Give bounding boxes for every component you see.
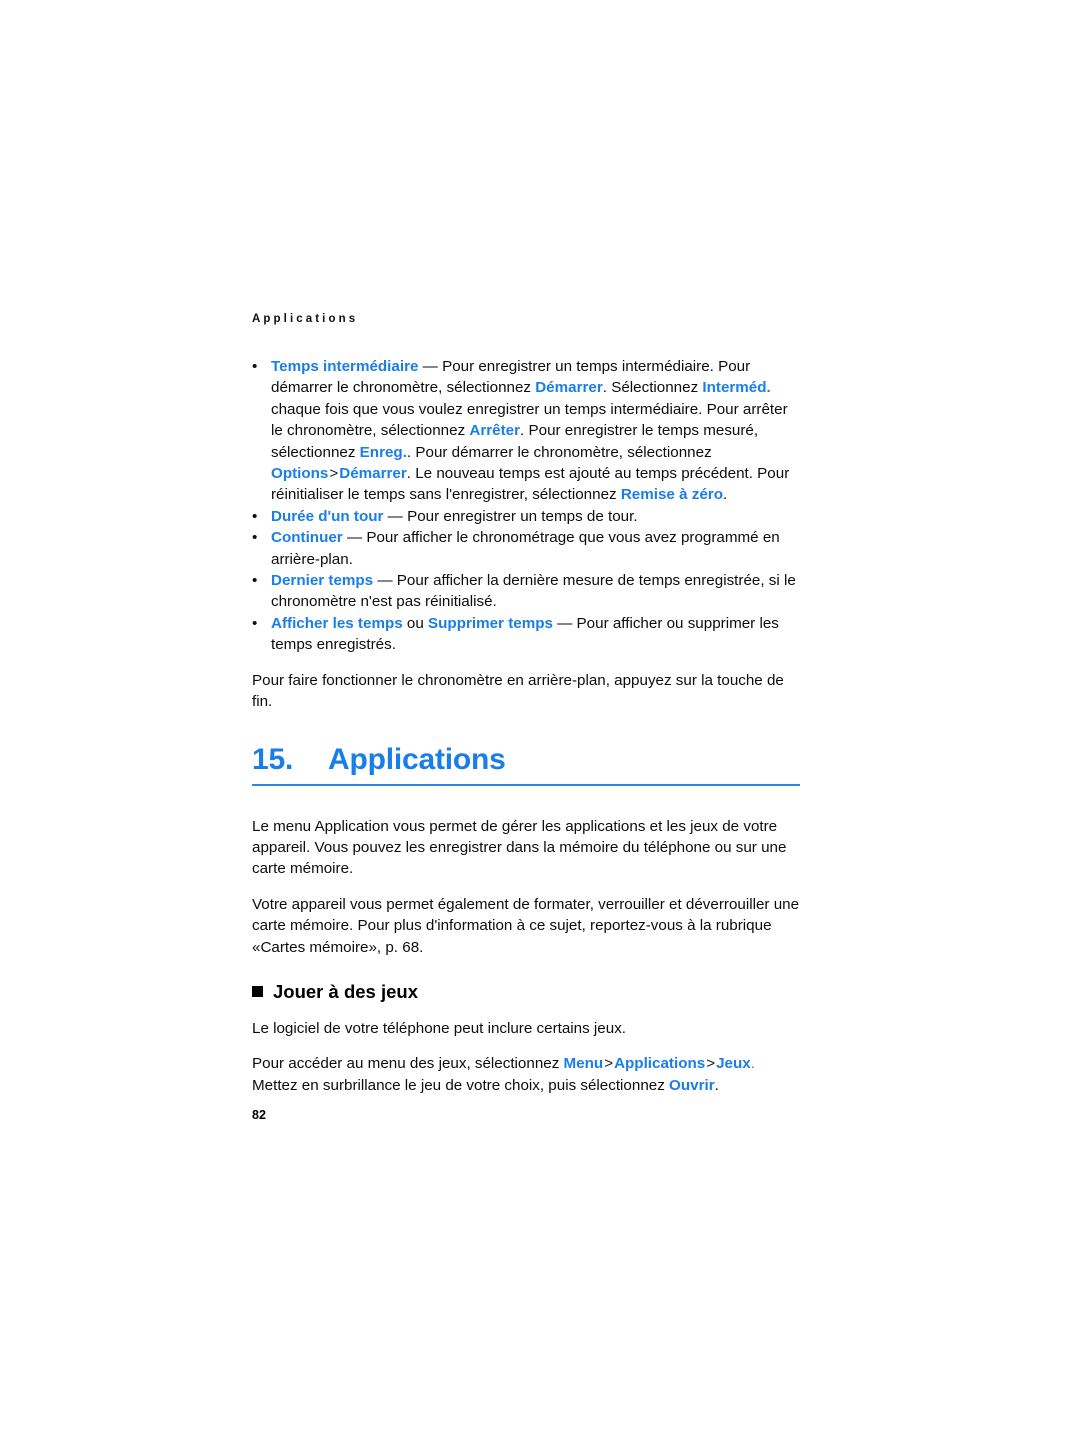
ui-term: Interméd. — [702, 379, 771, 397]
ui-term: Durée d'un tour — [271, 507, 384, 525]
ui-term: Arrêter — [469, 422, 521, 440]
body-text: — Pour afficher le chronométrage que vou… — [271, 529, 780, 568]
ui-term: Enreg. — [359, 443, 407, 461]
path-separator: > — [706, 1055, 716, 1073]
games-paragraph-2: Pour accéder au menu des jeux, sélection… — [252, 1053, 801, 1096]
list-item: • Continuer — Pour afficher le chronométr… — [252, 527, 801, 570]
chapter-heading-block: 15. Applications — [252, 743, 801, 786]
body-text: . — [723, 486, 728, 504]
ui-term: Démarrer — [339, 465, 407, 483]
ui-term: Jeux — [716, 1055, 751, 1073]
page-content: Applications • Temps intermédiaire — Pour… — [252, 312, 801, 1096]
body-text: . — [714, 1076, 719, 1094]
body-text: Pour accéder au menu des jeux, sélection… — [252, 1055, 564, 1073]
running-header: Applications — [252, 313, 359, 325]
bullet-dot-icon: • — [252, 529, 258, 547]
list-item: • Dernier temps — Pour afficher la derniè… — [252, 570, 801, 613]
bullet-dot-icon: • — [252, 358, 258, 375]
games-paragraph-1: Le logiciel de votre téléphone peut incl… — [252, 1019, 627, 1037]
body-text: . Sélectionnez — [602, 379, 703, 397]
ui-term: Ouvrir — [669, 1076, 715, 1094]
body-text: . — [750, 1055, 755, 1073]
list-item: • Afficher les temps ou Supprimer temps —… — [252, 613, 801, 656]
section-heading-games-label: Jouer à des jeux — [273, 980, 418, 1002]
ui-term: Démarrer — [535, 379, 603, 397]
ui-term: Dernier temps — [271, 572, 374, 590]
chapter-number: 15. — [252, 742, 294, 776]
page-number: 82 — [252, 1108, 266, 1122]
ui-term: Options — [271, 465, 329, 483]
body-text: Mettez en surbrillance le jeu de votre c… — [252, 1076, 670, 1094]
chapter-paragraph-2: Votre appareil vous permet également de … — [252, 895, 800, 956]
manual-page: Applications • Temps intermédiaire — Pour… — [0, 0, 1080, 1440]
ui-term: Remise à zéro — [620, 486, 723, 504]
bullet-dot-icon: • — [252, 614, 258, 632]
body-text: . Pour démarrer le chronomètre, sélectio… — [406, 443, 712, 461]
ui-term: Continuer — [271, 529, 343, 547]
chapter-paragraph-1: Le menu Application vous permet de gérer… — [252, 817, 787, 878]
ui-term: Supprimer temps — [428, 614, 553, 632]
list-item: • Temps intermédiaire — Pour enregistrer … — [252, 356, 801, 506]
ui-term: Afficher les temps — [271, 614, 403, 632]
body-text: ou — [402, 614, 429, 632]
ui-term: Applications — [614, 1055, 706, 1073]
bullet-dot-icon: • — [252, 507, 258, 525]
ui-term: Menu — [563, 1055, 604, 1073]
square-bullet-icon — [252, 985, 263, 997]
bullet-dot-icon: • — [252, 572, 258, 590]
chapter-title-text: Applications — [328, 742, 506, 776]
path-separator: > — [329, 465, 339, 483]
chapter-title: 15. Applications — [252, 743, 801, 777]
section-heading-games: Jouer à des jeux — [252, 980, 801, 1004]
stopwatch-options-list: • Temps intermédiaire — Pour enregistrer … — [252, 356, 801, 656]
ui-term: Temps intermédiaire — [271, 358, 419, 375]
path-separator: > — [604, 1055, 614, 1073]
stopwatch-closing-paragraph: Pour faire fonctionner le chronomètre en… — [252, 671, 784, 711]
body-text: — Pour enregistrer un temps de tour. — [383, 507, 638, 525]
list-item: • Durée d'un tour — Pour enregistrer un t… — [252, 506, 801, 527]
